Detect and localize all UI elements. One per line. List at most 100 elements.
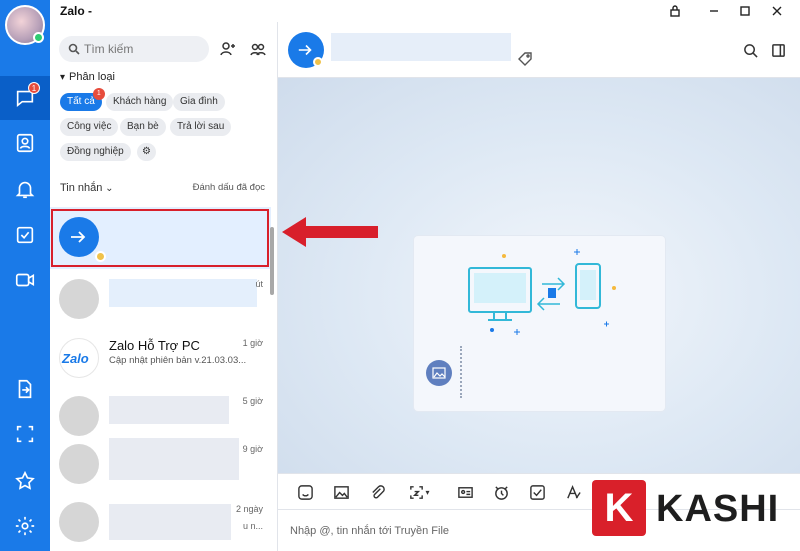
nav-settings[interactable] xyxy=(0,504,50,548)
file-transfer-icon xyxy=(18,379,32,399)
sticker-button[interactable] xyxy=(294,482,316,502)
send-contact-card-button[interactable] xyxy=(454,482,476,502)
sticker-icon xyxy=(297,484,313,500)
text-format-icon xyxy=(566,484,581,499)
add-friend-button[interactable] xyxy=(218,39,238,59)
contact-card-icon xyxy=(457,486,473,498)
alarm-clock-icon xyxy=(494,485,508,500)
attach-file-button[interactable] xyxy=(366,482,388,502)
file-transfer-icon xyxy=(298,44,312,56)
avatar-logo-text: Zalo xyxy=(62,351,89,366)
chip-filter-settings[interactable]: ⚙ xyxy=(137,143,156,161)
search-input[interactable]: Tìm kiếm xyxy=(59,36,209,62)
chat-search-button[interactable] xyxy=(740,40,760,60)
search-icon xyxy=(68,43,80,55)
maximize-button[interactable] xyxy=(734,2,756,20)
title-bar: Zalo - xyxy=(50,0,800,22)
messages-badge: 1 xyxy=(28,82,40,94)
logo-k-mark: K xyxy=(592,480,646,536)
gear-icon xyxy=(15,516,35,536)
search-icon xyxy=(743,43,758,58)
conversation-time: 5 giờ xyxy=(242,396,263,406)
chip-reply-later[interactable]: Trả lời sau xyxy=(170,118,232,136)
conversation-panel: Tìm kiếm Phân loại Tất cả1 Khách hàng Gi… xyxy=(50,22,278,551)
file-transfer-illustration-card xyxy=(414,236,665,411)
zalo-logo-avatar: Zalo xyxy=(59,338,99,378)
user-avatar[interactable] xyxy=(5,5,45,45)
contacts-icon xyxy=(16,133,34,153)
verified-dot xyxy=(313,57,323,67)
nav-favorites[interactable] xyxy=(0,459,50,503)
nav-todo[interactable] xyxy=(0,213,50,257)
conversation-avatar xyxy=(59,396,99,436)
conversation-item[interactable]: út xyxy=(50,269,271,331)
logo-brand-text: KASHI xyxy=(656,488,780,530)
list-header[interactable]: Tin nhắn xyxy=(60,182,114,194)
nav-video[interactable] xyxy=(0,258,50,302)
star-icon xyxy=(15,470,35,490)
mark-all-read[interactable]: Đánh dấu đã đọc xyxy=(193,182,265,193)
chip-label: Tất cả xyxy=(67,96,95,107)
divider xyxy=(460,346,462,398)
maximize-icon xyxy=(740,6,750,16)
minimize-icon xyxy=(710,10,718,12)
lock-button[interactable] xyxy=(664,2,686,20)
lock-icon xyxy=(670,5,680,17)
chip-badge: 1 xyxy=(92,88,105,100)
bell-icon xyxy=(15,181,35,199)
send-image-button[interactable] xyxy=(330,482,352,502)
computer-phone-sync-illustration xyxy=(468,249,616,335)
search-placeholder: Tìm kiếm xyxy=(84,42,134,56)
chat-header xyxy=(278,22,800,78)
paperclip-icon xyxy=(371,484,385,498)
close-button[interactable] xyxy=(766,2,788,20)
tag-button[interactable] xyxy=(518,52,534,68)
conversation-zalo-support[interactable]: Zalo Zalo Hỗ Trợ PC Cập nhật phiên bản v… xyxy=(50,328,271,390)
chip-family[interactable]: Gia đình xyxy=(173,93,225,111)
window-title: Zalo - xyxy=(60,4,92,18)
online-status-dot xyxy=(33,32,44,43)
add-friend-icon xyxy=(220,42,235,56)
conversation-name: Zalo Hỗ Trợ PC xyxy=(109,338,200,353)
nav-screenshot[interactable] xyxy=(0,412,50,456)
chip-all[interactable]: Tất cả 1 xyxy=(60,88,105,111)
nav-file-transfer[interactable] xyxy=(0,367,50,411)
redacted-name xyxy=(109,504,231,540)
screenshot-crop-icon xyxy=(16,425,34,443)
conversation-item[interactable]: 9 giờ xyxy=(50,434,271,496)
conversation-avatar xyxy=(59,444,99,484)
text-format-button[interactable] xyxy=(562,482,584,502)
conversation-item[interactable]: 2 ngày u n... xyxy=(50,492,271,551)
message-input-placeholder: Nhập @, tin nhắn tới Truyền File xyxy=(290,525,450,537)
section-title[interactable]: Phân loại xyxy=(60,71,115,83)
redacted-name xyxy=(109,396,229,424)
chip-friends[interactable]: Bạn bè xyxy=(120,118,166,136)
tag-icon xyxy=(518,52,532,66)
nav-messages[interactable]: 1 xyxy=(0,76,50,120)
sidebar-panel-icon xyxy=(771,43,785,57)
nav-contacts[interactable] xyxy=(0,121,50,165)
chip-customers[interactable]: Khách hàng xyxy=(106,93,174,111)
toggle-sidebar-button[interactable] xyxy=(768,40,788,60)
screenshot-button[interactable]: ▾ xyxy=(402,482,436,502)
video-icon xyxy=(15,273,35,287)
create-group-button[interactable] xyxy=(248,39,268,59)
close-icon xyxy=(772,6,782,16)
pointer-arrow xyxy=(280,215,380,249)
chevron-down-icon: ▾ xyxy=(425,487,430,497)
conversation-time: 2 ngày xyxy=(235,504,263,514)
redacted-name xyxy=(109,438,239,480)
conversation-time: 1 giờ xyxy=(242,338,263,348)
chip-colleagues[interactable]: Đồng nghiệp xyxy=(60,143,131,161)
chip-work[interactable]: Công việc xyxy=(60,118,119,136)
minimize-button[interactable] xyxy=(703,2,725,20)
screenshot-crop-icon xyxy=(410,485,424,499)
nav-notifications[interactable] xyxy=(0,167,50,211)
chat-avatar[interactable] xyxy=(288,32,324,68)
conversation-time: út xyxy=(255,279,263,289)
list-scrollbar[interactable] xyxy=(270,227,274,295)
image-icon xyxy=(426,360,452,386)
conversation-time: 9 giờ xyxy=(242,444,263,454)
assign-task-button[interactable] xyxy=(526,482,548,502)
reminder-button[interactable] xyxy=(490,482,512,502)
